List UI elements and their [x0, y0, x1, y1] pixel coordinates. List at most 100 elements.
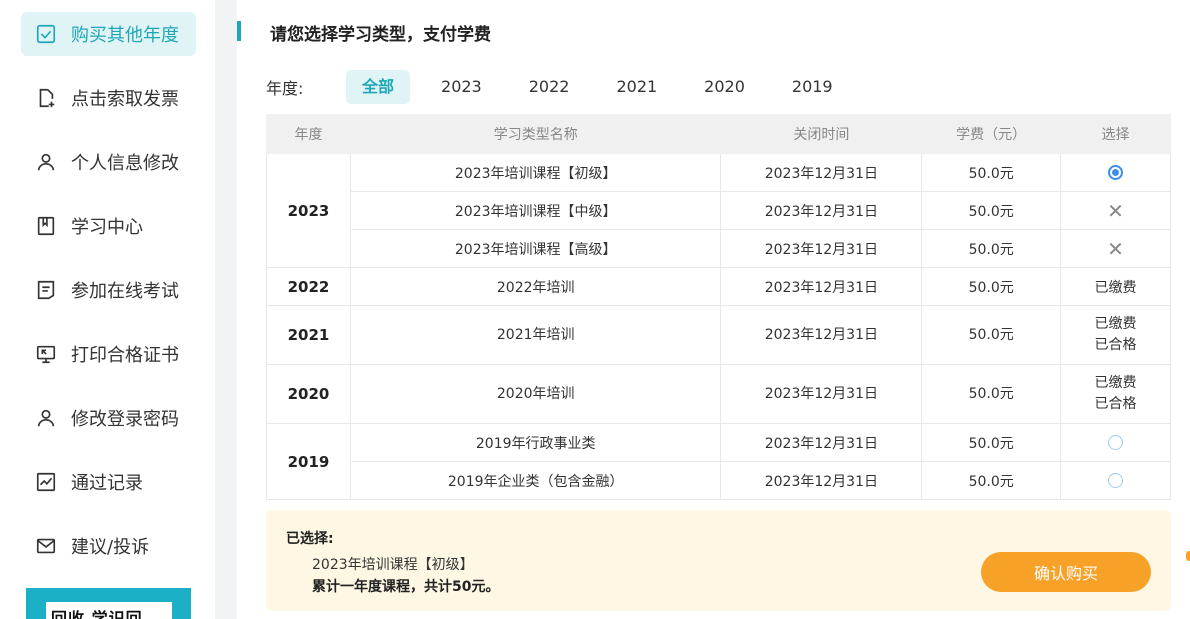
unavailable-x-icon: ✕	[1107, 236, 1124, 261]
add-document-icon	[21, 87, 71, 109]
book-icon	[21, 215, 71, 237]
row-select-cell	[1060, 423, 1171, 462]
row-fee: 50.0元	[921, 229, 1062, 268]
row-name: 2022年培训	[349, 267, 722, 306]
row-close-time: 2023年12月31日	[720, 461, 923, 500]
certificate-icon	[21, 343, 71, 365]
row-fee: 50.0元	[921, 305, 1062, 365]
row-close-time: 2023年12月31日	[720, 305, 923, 365]
status-passed: 已合格	[1094, 337, 1137, 353]
year-tab-2020[interactable]: 2020	[688, 70, 761, 104]
sidebar: 购买其他年度 点击索取发票 个人信息修改 学习中心 参加在线考试 打印合格证书 …	[0, 0, 215, 619]
floating-edge-tab[interactable]	[1186, 551, 1190, 561]
confirm-purchase-button[interactable]: 确认购买	[981, 552, 1151, 592]
sidebar-item-label: 参加在线考试	[71, 281, 179, 302]
row-fee: 50.0元	[921, 267, 1062, 306]
row-name: 2023年培训课程【初级】	[349, 153, 722, 192]
sidebar-item-pass-record[interactable]: 通过记录	[21, 460, 196, 504]
chart-icon	[21, 471, 71, 493]
summary-label: 已选择:	[286, 531, 334, 547]
row-close-time: 2023年12月31日	[720, 153, 923, 192]
table-row: 2019 2019年行政事业类 2023年12月31日 50.0元	[266, 423, 1171, 500]
row-select-cell	[1060, 153, 1171, 192]
sidebar-item-profile[interactable]: 个人信息修改	[21, 140, 196, 184]
summary-selected-item: 2023年培训课程【初级】	[312, 557, 474, 573]
sidebar-item-label: 修改登录密码	[71, 409, 179, 430]
table-row: 2023年培训课程【中级】 2023年12月31日 50.0元 ✕	[267, 191, 1171, 230]
row-status: 已缴费 已合格	[1060, 305, 1171, 365]
right-edge	[1172, 0, 1190, 619]
main-panel: 请您选择学习类型，支付学费 年度: 全部 2023 2022 2021 2020…	[237, 0, 1190, 619]
sidebar-item-label: 点击索取发票	[71, 89, 179, 110]
sidebar-item-feedback[interactable]: 建议/投诉	[21, 524, 196, 568]
sidebar-item-label: 通过记录	[71, 473, 143, 494]
year-tab-2022[interactable]: 2022	[513, 70, 586, 104]
header-close-time: 关闭时间	[720, 114, 923, 154]
page-title: 请您选择学习类型，支付学费	[270, 25, 491, 45]
sidebar-item-online-exam[interactable]: 参加在线考试	[21, 268, 196, 312]
row-close-time: 2023年12月31日	[720, 423, 923, 462]
course-table: 年度 学习类型名称 关闭时间 学费（元） 选择 2023 2023年培训课程【初…	[266, 114, 1171, 500]
row-fee: 50.0元	[921, 191, 1062, 230]
row-year: 2020	[266, 364, 351, 424]
radio-button[interactable]	[1108, 435, 1124, 450]
year-tab-2023[interactable]: 2023	[425, 70, 498, 104]
sidebar-item-label: 购买其他年度	[71, 25, 179, 46]
table-row: 2021 2021年培训 2023年12月31日 50.0元 已缴费 已合格	[266, 305, 1171, 365]
header-fee: 学费（元）	[921, 114, 1062, 154]
year-filter-label: 年度:	[266, 79, 304, 98]
row-name: 2020年培训	[349, 364, 722, 424]
sidebar-item-label: 建议/投诉	[71, 537, 150, 558]
year-tab-all[interactable]: 全部	[346, 70, 411, 104]
user-lock-icon	[21, 407, 71, 429]
table-row: 2020 2020年培训 2023年12月31日 50.0元 已缴费 已合格	[266, 364, 1171, 424]
row-close-time: 2023年12月31日	[720, 364, 923, 424]
row-year: 2023	[266, 153, 351, 268]
table-row: 2023年培训课程【高级】 2023年12月31日 50.0元 ✕	[267, 229, 1171, 268]
title-accent-bar	[237, 21, 241, 41]
row-fee: 50.0元	[921, 364, 1062, 424]
sidebar-item-label: 打印合格证书	[71, 345, 179, 366]
row-status: 已缴费 已合格	[1060, 364, 1171, 424]
row-close-time: 2023年12月31日	[720, 191, 923, 230]
qr-text: 回收 学识回	[51, 609, 143, 619]
radio-button-selected[interactable]	[1108, 165, 1124, 180]
sidebar-item-invoice[interactable]: 点击索取发票	[21, 76, 196, 120]
year-filter: 年度: 全部 2023 2022 2021 2020 2019	[266, 70, 864, 104]
checkbox-icon	[21, 23, 71, 45]
summary-total: 累计一年度课程，共计50元。	[312, 579, 500, 595]
header-year: 年度	[266, 114, 351, 154]
row-status: 已缴费	[1060, 267, 1171, 306]
row-close-time: 2023年12月31日	[720, 229, 923, 268]
year-tab-2021[interactable]: 2021	[600, 70, 673, 104]
sidebar-item-buy-other-year[interactable]: 购买其他年度	[21, 12, 196, 56]
mail-icon	[21, 535, 71, 557]
sidebar-item-change-password[interactable]: 修改登录密码	[21, 396, 196, 440]
row-fee: 50.0元	[921, 461, 1062, 500]
sidebar-item-learning-center[interactable]: 学习中心	[21, 204, 196, 248]
row-select-cell	[1060, 461, 1171, 500]
sidebar-item-print-certificate[interactable]: 打印合格证书	[21, 332, 196, 376]
row-name: 2023年培训课程【高级】	[349, 229, 722, 268]
row-select-cell: ✕	[1060, 191, 1171, 230]
row-select-cell: ✕	[1060, 229, 1171, 268]
selection-summary: 已选择: 2023年培训课程【初级】 累计一年度课程，共计50元。 确认购买	[266, 510, 1171, 611]
header-select: 选择	[1060, 114, 1171, 154]
year-tab-2019[interactable]: 2019	[776, 70, 849, 104]
row-fee: 50.0元	[921, 423, 1062, 462]
row-name: 2019年行政事业类	[349, 423, 722, 462]
sidebar-item-label: 学习中心	[71, 217, 143, 238]
row-fee: 50.0元	[921, 153, 1062, 192]
sidebar-item-label: 个人信息修改	[71, 153, 179, 174]
row-name: 2023年培训课程【中级】	[349, 191, 722, 230]
user-icon	[21, 151, 71, 173]
table-row: 2023 2023年培训课程【初级】 2023年12月31日 50.0元	[266, 153, 1171, 268]
table-row: 2022 2022年培训 2023年12月31日 50.0元 已缴费	[266, 267, 1171, 306]
qr-banner[interactable]: 回收 学识回	[26, 588, 191, 619]
row-name: 2021年培训	[349, 305, 722, 365]
status-paid: 已缴费	[1094, 375, 1137, 391]
row-close-time: 2023年12月31日	[720, 267, 923, 306]
radio-button[interactable]	[1108, 473, 1124, 488]
status-paid: 已缴费	[1094, 316, 1137, 332]
table-row: 2019年企业类（包含金融） 2023年12月31日 50.0元	[267, 461, 1171, 500]
